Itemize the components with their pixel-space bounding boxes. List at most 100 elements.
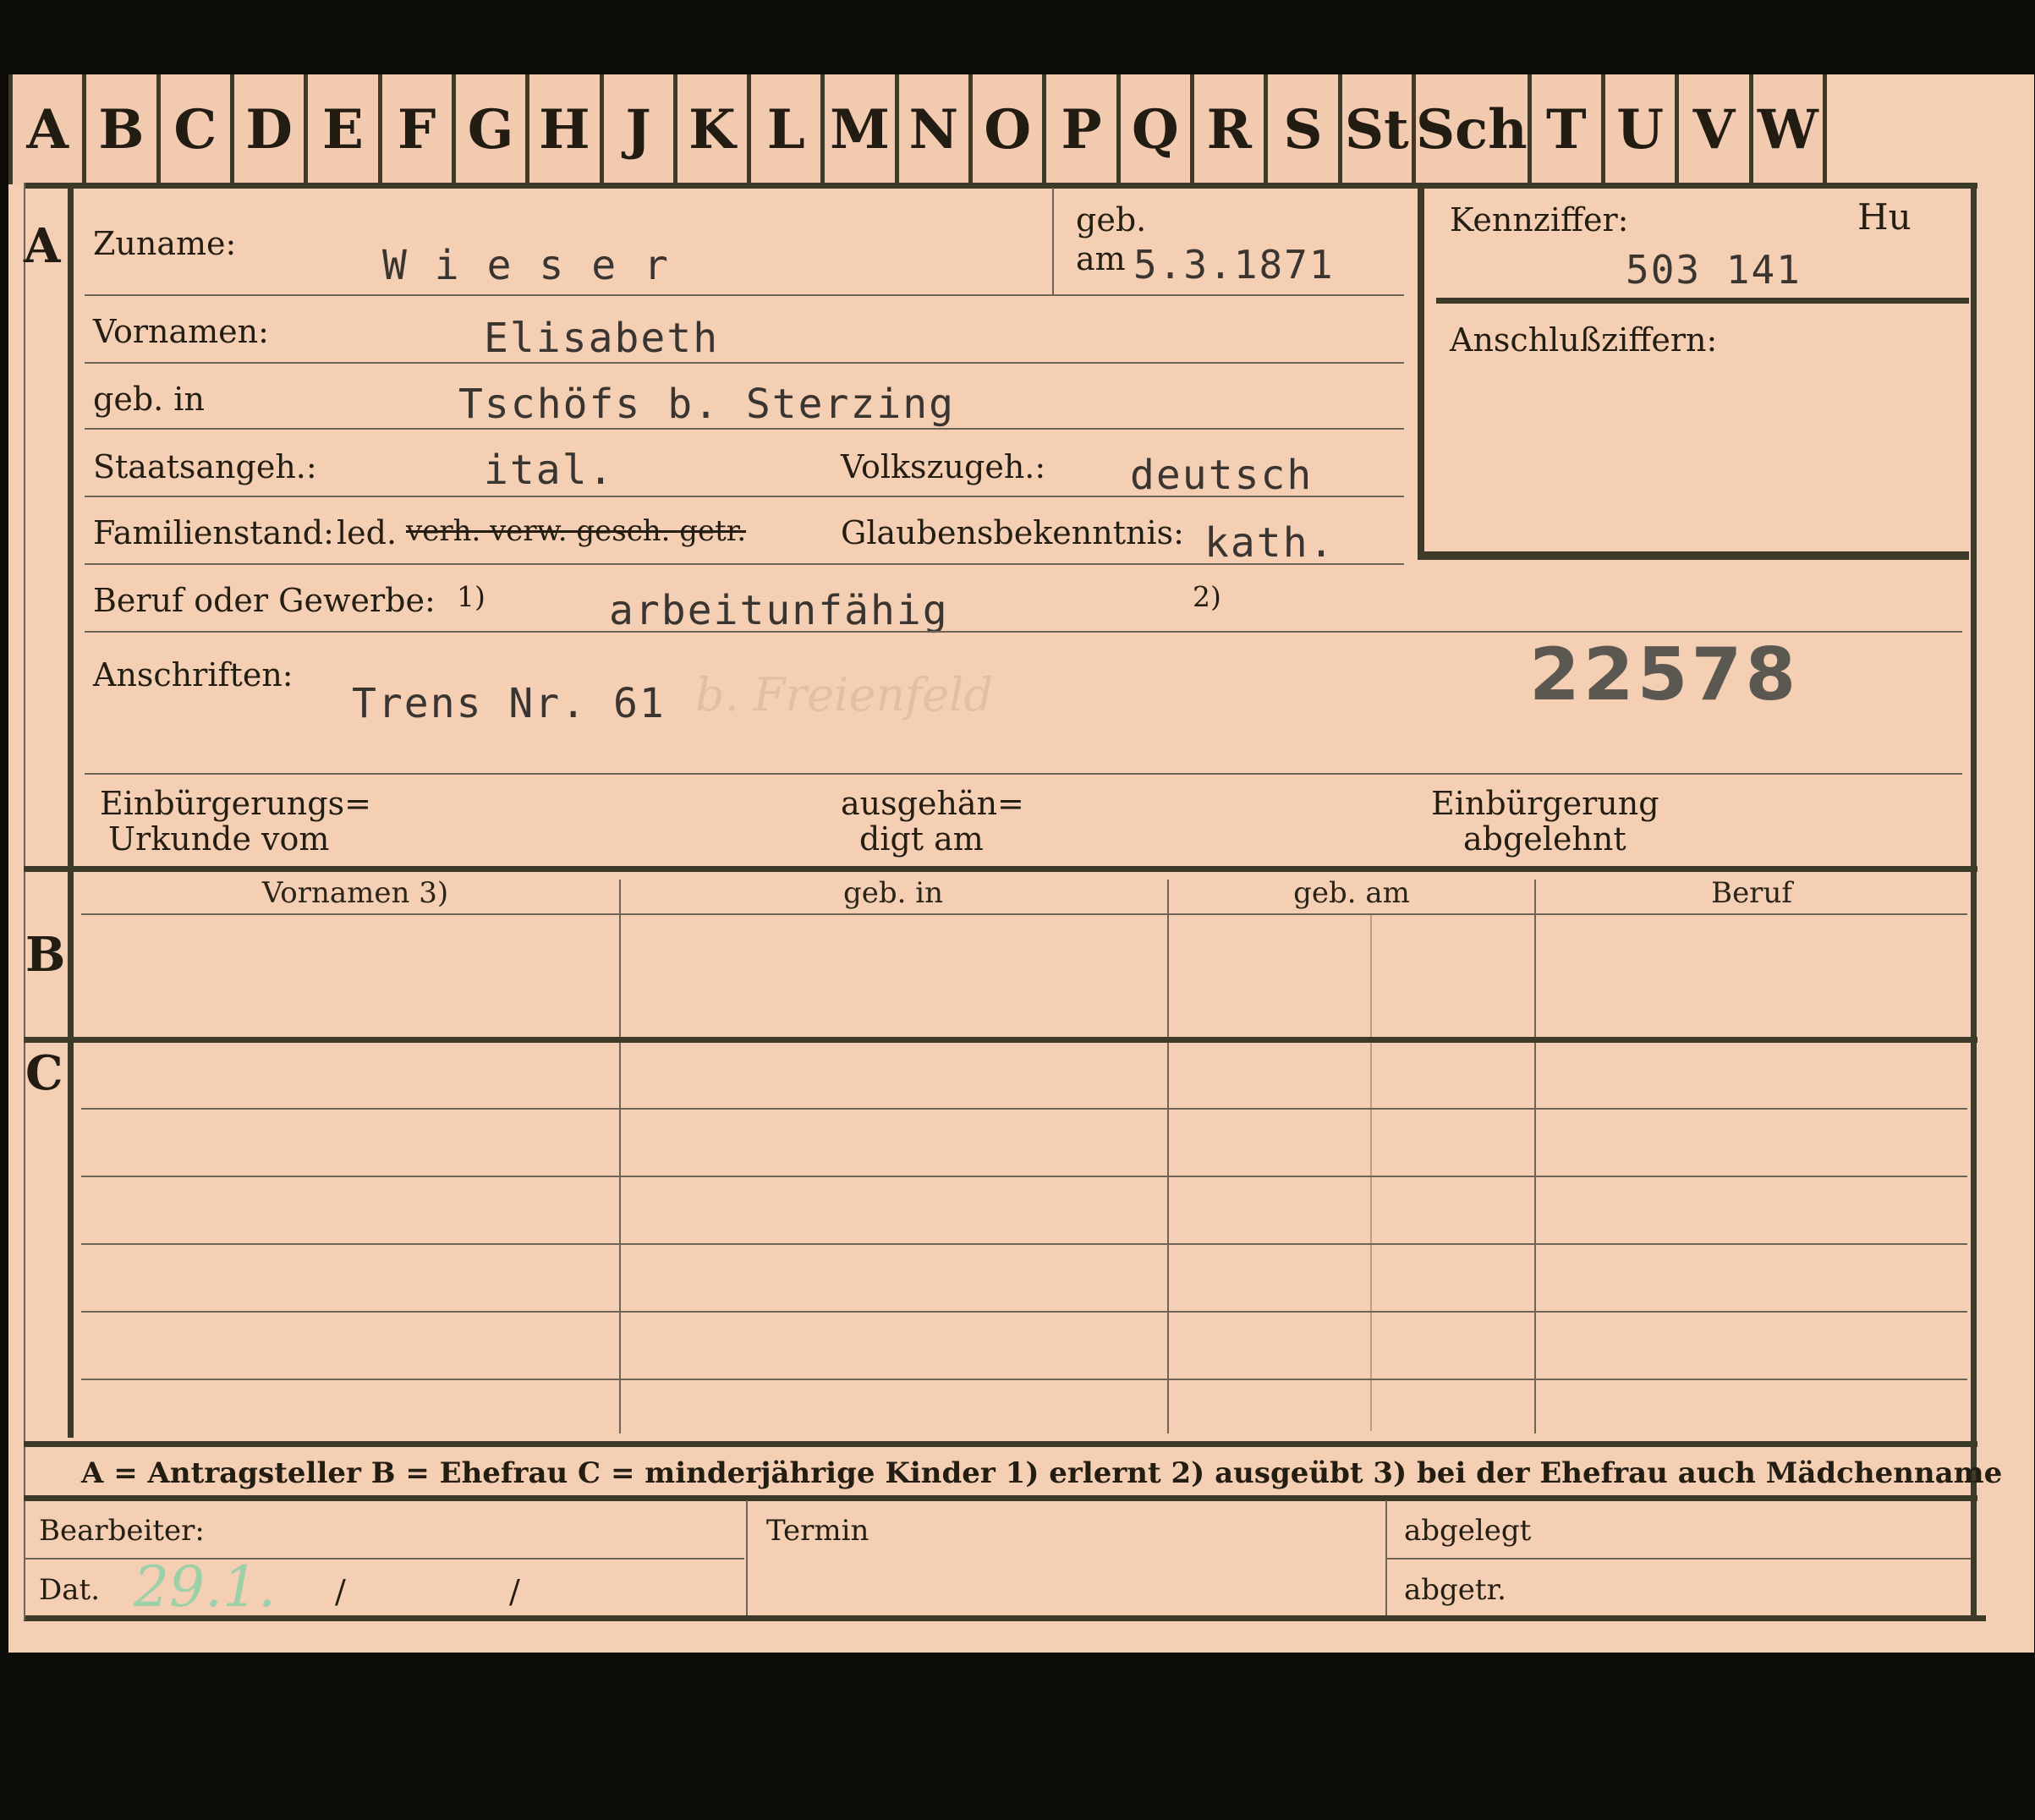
address-label: Anschriften: <box>93 656 293 693</box>
column-line <box>1167 880 1169 1434</box>
column-line <box>619 880 621 1434</box>
rule <box>24 1558 744 1560</box>
citizenship-value: ital. <box>484 447 615 494</box>
kennziffer-code: Hu <box>1857 196 1912 238</box>
header-firstnames: Vornamen 3) <box>261 876 449 910</box>
alphabet-tab[interactable]: W <box>1753 74 1827 184</box>
religion-label: Glaubensbekenntnis: <box>841 514 1184 551</box>
ident-divider <box>1436 298 1969 304</box>
header-birthplace: geb. in <box>842 876 944 910</box>
stamp-number: 22578 <box>1529 633 1800 717</box>
alphabet-tab[interactable]: O <box>973 74 1047 184</box>
rule <box>1387 1558 1971 1560</box>
alphabet-tab[interactable]: G <box>455 74 530 184</box>
section-c-top-line <box>24 1037 1977 1043</box>
kennziffer-label: Kennziffer: <box>1450 201 1629 238</box>
alphabet-tab[interactable]: A <box>8 74 87 184</box>
frame-bottom-line <box>24 1615 1986 1621</box>
alphabet-tab[interactable]: Q <box>1120 74 1194 184</box>
abgelegt-label: abgelegt <box>1404 1514 1532 1548</box>
termin-label: Termin <box>766 1514 869 1548</box>
alphabet-tab[interactable]: P <box>1046 74 1121 184</box>
alphabet-tab[interactable]: U <box>1604 74 1680 184</box>
dat-label: Dat. <box>39 1573 101 1607</box>
column-line <box>1534 880 1536 1434</box>
alphabet-tab[interactable]: K <box>677 74 752 184</box>
ethnicity-label: Volkszugeh.: <box>841 448 1046 485</box>
cert-label-1: Einbürgerungs= <box>100 785 371 822</box>
alphabet-tab[interactable]: E <box>308 74 382 184</box>
section-a-letter: A <box>24 218 61 274</box>
address-value: Trens Nr. 61 <box>352 680 666 727</box>
dat-slash-1: / <box>335 1573 346 1610</box>
religion-value: kath. <box>1204 519 1336 567</box>
abgetr-label: abgetr. <box>1404 1573 1506 1607</box>
rule <box>81 1379 1967 1380</box>
footnote-1-mark: 1) <box>457 580 485 613</box>
dat-handwritten: 29.1. <box>134 1554 276 1620</box>
surname-value: W i e s e r <box>382 242 670 289</box>
born-divider <box>1052 188 1054 294</box>
handed-label-1: ausgehän= <box>841 785 1024 822</box>
rule <box>85 496 1404 497</box>
rule <box>81 1311 1967 1313</box>
header-occupation: Beruf <box>1711 876 1792 910</box>
alphabet-tab[interactable]: S <box>1268 74 1342 184</box>
alphabet-tab[interactable]: N <box>898 74 974 184</box>
alphabet-tab[interactable]: Sch <box>1415 74 1532 184</box>
section-divider-line <box>68 186 74 1438</box>
born-label-1: geb. <box>1076 201 1147 238</box>
rule <box>81 913 1967 915</box>
rule <box>81 1176 1967 1177</box>
alphabet-tab[interactable]: C <box>160 74 234 184</box>
alphabet-tab[interactable]: H <box>529 74 604 184</box>
alphabet-tab[interactable]: B <box>86 74 161 184</box>
rule <box>85 773 1962 775</box>
citizenship-label: Staatsangeh.: <box>93 448 317 485</box>
birthplace-value: Tschöfs b. Sterzing <box>458 381 956 428</box>
frame-left-line <box>24 183 25 1620</box>
header-birthdate: geb. am <box>1293 876 1410 910</box>
cert-label-2: Urkunde vom <box>108 820 330 858</box>
refused-label-1: Einbürgerung <box>1431 785 1659 822</box>
rule <box>81 1243 1967 1245</box>
alphabet-tab[interactable]: T <box>1531 74 1605 184</box>
alphabet-tab[interactable]: R <box>1194 74 1269 184</box>
born-date-value: 5.3.1871 <box>1133 242 1335 288</box>
rule <box>85 428 1404 430</box>
refused-label-2: abgelehnt <box>1463 820 1626 858</box>
anschluss-label: Anschlußziffern: <box>1450 321 1718 359</box>
handed-label-2: digt am <box>859 820 984 858</box>
rule <box>85 563 1404 565</box>
column-line-light <box>1370 915 1372 1431</box>
alphabet-tab[interactable]: D <box>233 74 309 184</box>
section-b-letter: B <box>25 927 66 983</box>
alphabet-tab[interactable]: J <box>603 74 677 184</box>
alphabet-tab[interactable]: V <box>1679 74 1753 184</box>
footer-divider <box>746 1500 748 1615</box>
footnote-2-mark: 2) <box>1193 580 1221 613</box>
rule <box>85 294 1404 296</box>
marital-struck-options: verh. verw. gesch. getr. <box>406 514 747 548</box>
dat-slash-2: / <box>509 1573 520 1610</box>
alphabet-tab-row: A B C D E F G H J K L M N O P Q R S St Sch T U V W <box>8 74 1827 184</box>
alphabet-tab[interactable]: F <box>381 74 456 184</box>
firstnames-value: Elisabeth <box>484 315 720 362</box>
ident-box <box>1418 188 1969 560</box>
bearbeiter-label: Bearbeiter: <box>39 1514 205 1548</box>
alphabet-tab[interactable]: M <box>825 74 899 184</box>
occupation-label: Beruf oder Gewerbe: <box>93 582 436 619</box>
born-label-2: am <box>1076 240 1126 277</box>
alphabet-tab[interactable]: L <box>751 74 826 184</box>
kennziffer-value: 503 141 <box>1626 247 1802 293</box>
address-handwritten: b. Freienfeld <box>695 668 993 721</box>
firstnames-label: Vornamen: <box>93 313 269 350</box>
marital-single: led. <box>337 514 398 551</box>
occupation-value: arbeitunfähig <box>609 587 949 634</box>
legend-top-line <box>24 1441 1977 1447</box>
section-c-letter: C <box>25 1045 63 1101</box>
marital-label: Familienstand: <box>93 514 334 551</box>
alphabet-tab[interactable]: St <box>1341 74 1416 184</box>
legend-bottom-line <box>24 1495 1977 1501</box>
birthplace-label: geb. in <box>93 381 205 418</box>
